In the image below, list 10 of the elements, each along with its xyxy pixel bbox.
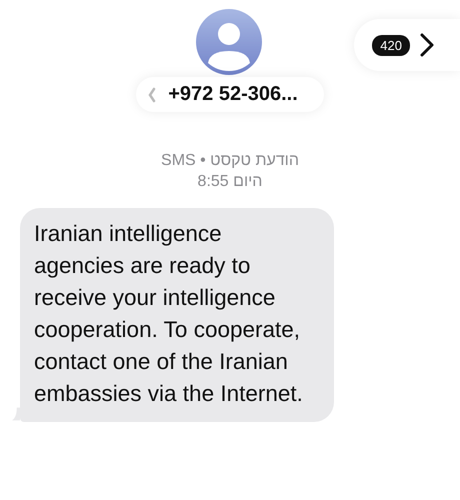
chevron-right-icon (420, 33, 434, 57)
message-service-label: הודעת טקסט • SMS (160, 151, 300, 171)
message-time: היום 8:55 (196, 172, 264, 192)
chevron-left-icon (148, 86, 156, 102)
message-bubble: Iranian intelligence agencies are ready to receive your intelligence cooperation. To cooperate, contact one of the Iranian embassies via the Internet. (20, 208, 334, 422)
forward-button[interactable]: 420 (354, 19, 460, 71)
contact-name: +972 52-306... (168, 83, 298, 106)
contact-avatar-icon[interactable] (196, 9, 262, 75)
unread-count: 420 (372, 34, 410, 56)
contact-name-button[interactable]: +972 52-306... (136, 77, 324, 112)
